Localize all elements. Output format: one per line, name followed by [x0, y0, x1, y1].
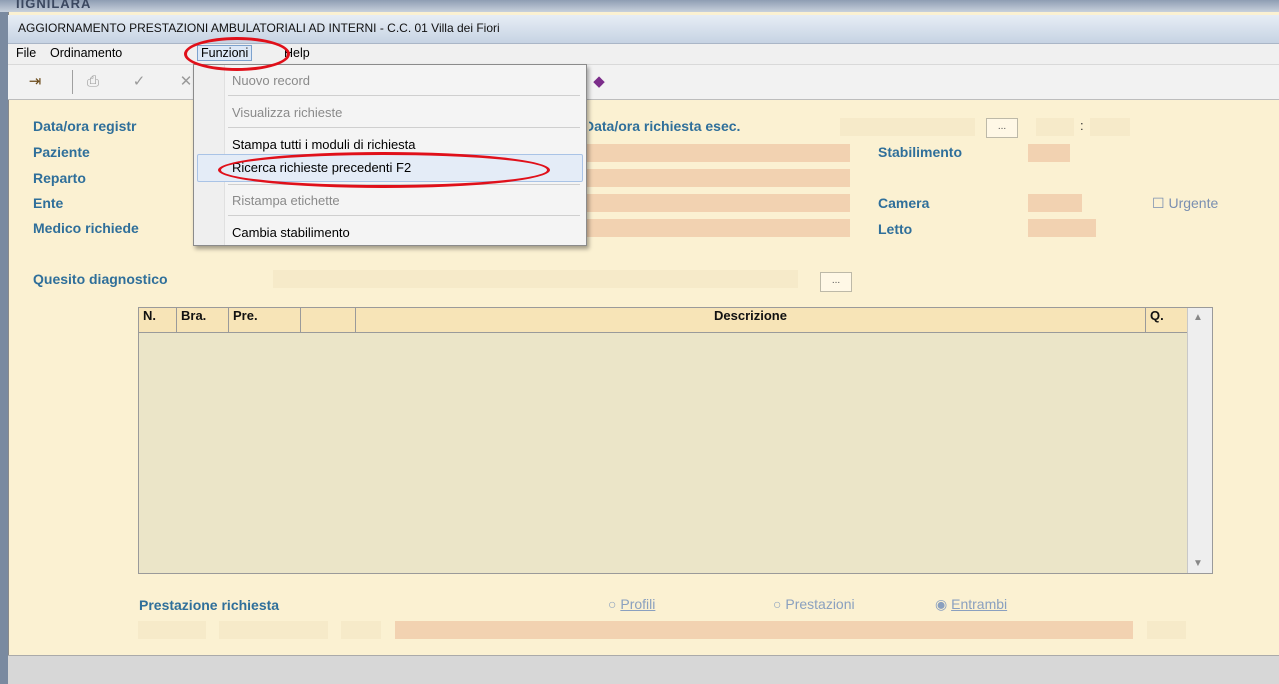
radio-prestazioni[interactable]: ○ Prestazioni [773, 596, 855, 612]
col-n[interactable]: N. [139, 308, 177, 332]
field-minuti[interactable] [1090, 118, 1130, 136]
field-prest-descrizione[interactable] [395, 621, 1133, 639]
col-descrizione[interactable]: Descrizione [356, 308, 1146, 332]
urgente-label: Urgente [1168, 195, 1219, 211]
radio-entrambi[interactable]: ◉ Entrambi [935, 596, 1007, 613]
field-data-richiesta[interactable] [840, 118, 975, 136]
scroll-up-icon[interactable]: ▲ [1193, 312, 1203, 323]
label-ente: Ente [33, 195, 64, 211]
title-bar: AGGIORNAMENTO PRESTAZIONI AMBULATORIALI … [8, 15, 1279, 44]
label-prestazione-richiesta: Prestazione richiesta [139, 597, 280, 613]
exit-door-icon[interactable]: ⇥ [22, 69, 48, 95]
urgente-checkbox[interactable]: ☐ Urgente [1152, 195, 1218, 212]
col-pre[interactable]: Pre. [229, 308, 301, 332]
field-prest-3[interactable] [341, 621, 381, 639]
toolbar-separator [72, 70, 73, 94]
annotation-ring-funzioni [184, 37, 290, 71]
radio-entrambi-label: Entrambi [951, 596, 1008, 612]
background-window-strip: IIGNILARA [0, 0, 1279, 12]
field-prest-quantita[interactable] [1147, 621, 1186, 639]
field-letto[interactable] [1028, 219, 1096, 237]
field-medico[interactable] [585, 219, 850, 237]
menu-ordinamento[interactable]: Ordinamento [50, 46, 122, 60]
quesito-picker-button[interactable]: ... [820, 272, 852, 292]
field-prest-1[interactable] [138, 621, 206, 639]
date-picker-button[interactable]: ... [986, 118, 1018, 138]
col-q[interactable]: Q. [1146, 308, 1187, 332]
grid-header: N. Bra. Pre. Descrizione Q. [139, 308, 1187, 333]
radio-profili[interactable]: ○ Profili [608, 596, 655, 612]
background-window-title: IIGNILARA [16, 0, 92, 11]
col-blank[interactable] [301, 308, 356, 332]
label-medico: Medico richiede [33, 220, 139, 236]
grid-scrollbar[interactable]: ▲ ▼ [1187, 308, 1212, 573]
menu-separator [228, 127, 580, 128]
menu-item-ristampa-etichette[interactable]: Ristampa etichette [232, 193, 340, 208]
label-letto: Letto [878, 221, 913, 237]
menu-item-stampa-moduli[interactable]: Stampa tutti i moduli di richiesta [232, 137, 416, 152]
label-paziente: Paziente [33, 144, 90, 160]
prestazioni-grid[interactable]: N. Bra. Pre. Descrizione Q. ▲ ▼ [138, 307, 1213, 574]
field-ente[interactable] [585, 194, 850, 212]
label-stabilimento: Stabilimento [878, 144, 963, 160]
menu-separator [228, 95, 580, 96]
label-reparto: Reparto [33, 170, 86, 186]
label-quesito: Quesito diagnostico [33, 271, 168, 287]
menu-item-nuovo-record[interactable]: Nuovo record [232, 73, 310, 88]
field-ora[interactable] [1036, 118, 1074, 136]
radio-profili-label: Profili [620, 596, 656, 612]
status-bar [8, 655, 1279, 684]
label-data-ora-registr: Data/ora registr [33, 118, 137, 134]
time-separator: : [1080, 118, 1084, 133]
menu-item-visualizza-richieste[interactable]: Visualizza richieste [232, 105, 342, 120]
print-icon[interactable]: ⎙ [80, 69, 106, 95]
radio-prestazioni-label: Prestazioni [785, 596, 855, 612]
annotation-ring-ricerca [218, 152, 550, 188]
menu-file[interactable]: File [16, 46, 36, 60]
label-camera: Camera [878, 195, 930, 211]
confirm-check-icon[interactable]: ✓ [126, 69, 152, 95]
field-stabilimento[interactable] [1028, 144, 1070, 162]
menu-item-cambia-stabilimento[interactable]: Cambia stabilimento [232, 225, 350, 240]
book-icon[interactable]: ◆ [586, 69, 612, 95]
field-reparto[interactable] [585, 169, 850, 187]
menu-separator [228, 215, 580, 216]
field-paziente[interactable] [585, 144, 850, 162]
label-data-ora-richiesta: Data/ora richiesta esec. [584, 118, 741, 134]
scroll-down-icon[interactable]: ▼ [1193, 558, 1203, 569]
window-title: AGGIORNAMENTO PRESTAZIONI AMBULATORIALI … [18, 21, 500, 35]
field-quesito[interactable] [273, 270, 798, 288]
field-camera[interactable] [1028, 194, 1082, 212]
col-bra[interactable]: Bra. [177, 308, 229, 332]
field-prest-2[interactable] [219, 621, 328, 639]
